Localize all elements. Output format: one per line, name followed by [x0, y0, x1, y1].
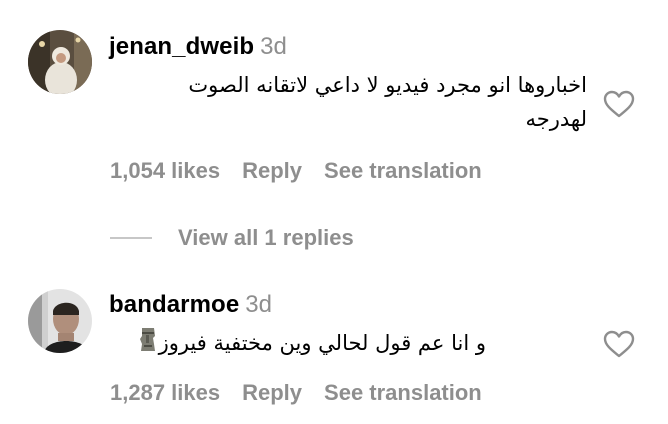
comment-text-line: اخباروها انو مجرد فيديو لا داعي لاتقانه …	[188, 73, 587, 97]
comment-item: jenan_dweib 3d اخباروها انو مجرد فيديو لا…	[0, 0, 668, 200]
username[interactable]: jenan_dweib	[109, 33, 254, 60]
avatar[interactable]	[28, 30, 92, 94]
timestamp: 3d	[260, 33, 287, 60]
comment-header: bandarmoe 3d	[109, 291, 272, 319]
comment-header: jenan_dweib 3d	[109, 33, 287, 61]
comment-actions: 1,287 likes Reply See translation	[110, 380, 504, 406]
timestamp: 3d	[245, 291, 272, 318]
view-replies-button[interactable]: View all 1 replies	[178, 225, 354, 251]
reply-button[interactable]: Reply	[242, 380, 302, 405]
avatar[interactable]	[28, 289, 92, 353]
reply-button[interactable]: Reply	[242, 158, 302, 183]
replies-divider	[110, 237, 152, 239]
heart-outline-icon[interactable]	[603, 90, 635, 123]
comment-text: و انا عم قول لحالي وين مختفية فيروز	[104, 326, 486, 362]
comment-text-line: و انا عم قول لحالي وين مختفية فيروز	[104, 326, 486, 362]
username[interactable]: bandarmoe	[109, 291, 239, 318]
view-replies-row[interactable]: View all 1 replies	[110, 222, 354, 254]
comment-actions: 1,054 likes Reply See translation	[110, 158, 504, 184]
comment-item: bandarmoe 3d و انا عم قول لحالي وين مختفي…	[0, 280, 668, 420]
comment-text-line: لهدرجه	[525, 107, 587, 131]
likes-count[interactable]: 1,054 likes	[110, 158, 220, 183]
see-translation-link[interactable]: See translation	[324, 380, 482, 405]
comment-text: اخباروها انو مجرد فيديو لا داعي لاتقانه …	[150, 68, 587, 136]
see-translation-link[interactable]: See translation	[324, 158, 482, 183]
moai-emoji-icon	[137, 326, 159, 362]
comment-text-line-content: و انا عم قول لحالي وين مختفية فيروز	[158, 331, 486, 355]
likes-count[interactable]: 1,287 likes	[110, 380, 220, 405]
heart-outline-icon[interactable]	[603, 330, 635, 363]
